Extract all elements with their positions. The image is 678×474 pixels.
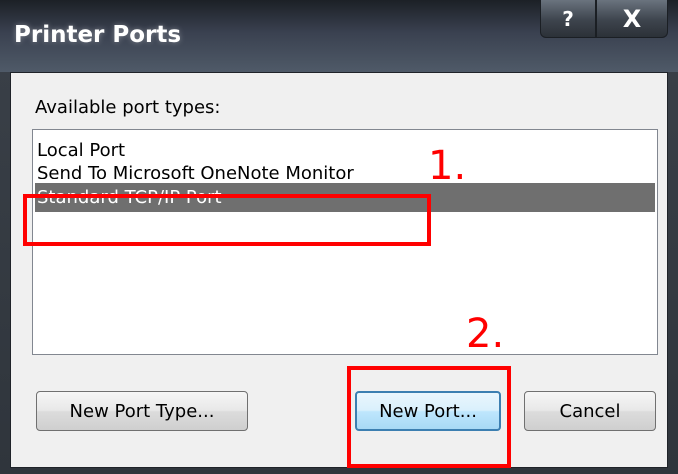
dialog-body: Available port types: Local Port Send To… bbox=[10, 72, 668, 468]
close-button[interactable]: X bbox=[596, 0, 668, 38]
cancel-button[interactable]: Cancel bbox=[524, 391, 656, 431]
window-title: Printer Ports bbox=[14, 22, 182, 48]
list-item-onenote-monitor[interactable]: Send To Microsoft OneNote Monitor bbox=[35, 159, 655, 179]
list-item-standard-tcpip-port[interactable]: Standard TCP/IP Port bbox=[35, 183, 655, 212]
close-icon: X bbox=[622, 4, 642, 33]
title-bar: Printer Ports ? X bbox=[0, 0, 678, 72]
help-button[interactable]: ? bbox=[540, 0, 596, 38]
available-port-types-label: Available port types: bbox=[35, 97, 221, 118]
help-icon: ? bbox=[562, 6, 574, 31]
printer-ports-dialog: Printer Ports ? X Available port types: … bbox=[0, 0, 678, 474]
new-port-type-button[interactable]: New Port Type... bbox=[36, 391, 248, 431]
new-port-button[interactable]: New Port... bbox=[355, 391, 501, 431]
port-types-listbox[interactable]: Local Port Send To Microsoft OneNote Mon… bbox=[32, 129, 658, 355]
